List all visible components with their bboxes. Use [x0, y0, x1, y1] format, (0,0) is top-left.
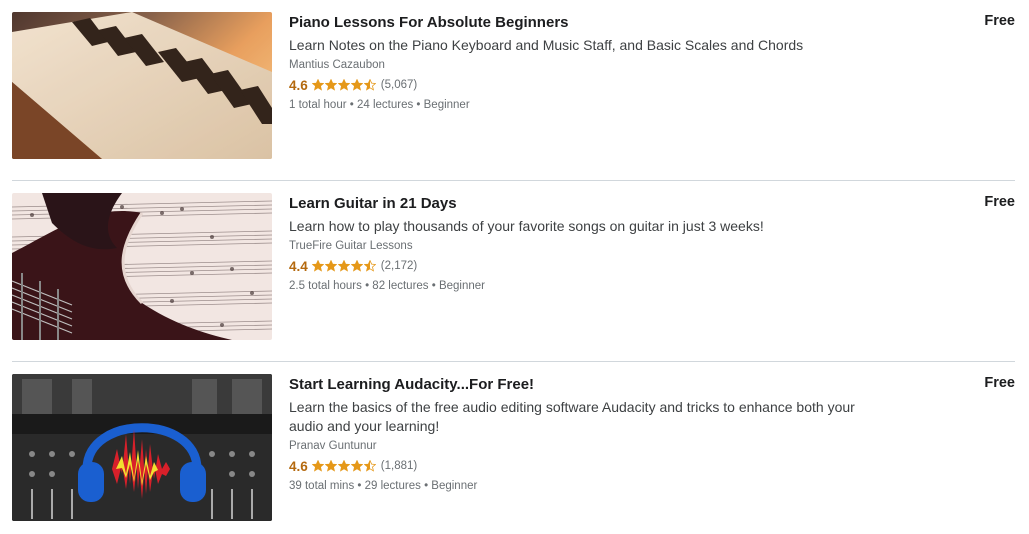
star-half-icon: [363, 79, 376, 91]
course-info: Piano Lessons For Absolute Beginners Lea…: [289, 14, 889, 113]
star-full-icon: [337, 79, 350, 91]
star-full-icon: [350, 260, 363, 272]
course-price: Free: [984, 13, 1015, 29]
course-meta: 1 total hour • 24 lectures • Beginner: [289, 99, 470, 111]
course-headline: Learn the basics of the free audio editi…: [289, 399, 855, 434]
star-rating: [311, 460, 376, 472]
audacity-headphones-image: [12, 374, 272, 521]
course-instructor: TrueFire Guitar Lessons: [289, 240, 413, 252]
rating-count: (5,067): [380, 79, 418, 91]
course-info: Learn Guitar in 21 Days Learn how to pla…: [289, 195, 889, 294]
course-info: Start Learning Audacity...For Free! Lear…: [289, 376, 889, 494]
course-card[interactable]: Learn Guitar in 21 Days Learn how to pla…: [12, 181, 1015, 362]
rating-value: 4.6: [289, 77, 308, 93]
course-meta: 39 total mins • 29 lectures • Beginner: [289, 480, 478, 492]
course-list: Piano Lessons For Absolute Beginners Lea…: [12, 0, 1015, 534]
course-card[interactable]: Piano Lessons For Absolute Beginners Lea…: [12, 0, 1015, 181]
star-rating: [311, 260, 376, 272]
course-headline: Learn how to play thousands of your favo…: [289, 218, 764, 234]
star-full-icon: [350, 79, 363, 91]
rating-row: 4.6 (5,067): [289, 76, 889, 94]
course-thumbnail-audacity[interactable]: [12, 374, 272, 521]
course-instructor: Mantius Cazaubon: [289, 59, 385, 71]
star-rating: [311, 79, 376, 91]
course-instructor: Pranav Guntunur: [289, 440, 377, 452]
star-half-icon: [363, 260, 376, 272]
piano-keyboard-image: [12, 12, 272, 159]
star-full-icon: [350, 460, 363, 472]
course-price: Free: [984, 194, 1015, 210]
star-full-icon: [311, 79, 324, 91]
course-headline: Learn Notes on the Piano Keyboard and Mu…: [289, 37, 804, 53]
course-thumbnail-guitar[interactable]: [12, 193, 272, 340]
rating-value: 4.4: [289, 258, 308, 274]
course-thumbnail-piano[interactable]: [12, 12, 272, 159]
rating-value: 4.6: [289, 458, 308, 474]
guitar-sheet-music-image: [12, 193, 272, 340]
rating-row: 4.6 (1,881): [289, 457, 889, 475]
star-half-icon: [363, 460, 376, 472]
course-price: Free: [984, 375, 1015, 391]
star-full-icon: [324, 460, 337, 472]
rating-count: (1,881): [380, 460, 418, 472]
course-title[interactable]: Learn Guitar in 21 Days: [289, 195, 889, 213]
rating-row: 4.4 (2,172): [289, 257, 889, 275]
star-full-icon: [324, 79, 337, 91]
star-full-icon: [311, 460, 324, 472]
course-card[interactable]: Start Learning Audacity...For Free! Lear…: [12, 362, 1015, 534]
star-full-icon: [337, 460, 350, 472]
star-full-icon: [324, 260, 337, 272]
star-full-icon: [311, 260, 324, 272]
course-title[interactable]: Piano Lessons For Absolute Beginners: [289, 14, 889, 32]
star-full-icon: [337, 260, 350, 272]
course-meta: 2.5 total hours • 82 lectures • Beginner: [289, 280, 485, 292]
rating-count: (2,172): [380, 260, 418, 272]
course-title[interactable]: Start Learning Audacity...For Free!: [289, 376, 889, 394]
